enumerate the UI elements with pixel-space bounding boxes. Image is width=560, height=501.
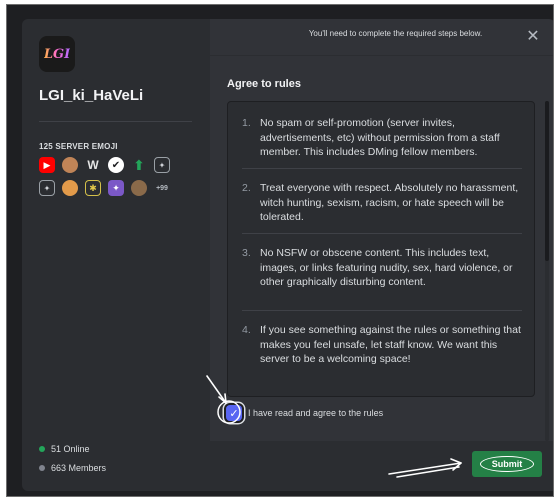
agree-label: I have read and agree to the rules — [248, 408, 384, 418]
emoji-count-heading: 125 SERVER EMOJI — [39, 142, 118, 151]
online-status: 51 Online — [39, 444, 90, 454]
rule-number: 1. — [242, 117, 251, 129]
agree-checkbox-row[interactable]: ✓ I have read and agree to the rules — [226, 405, 383, 421]
boost-emoji: ✦ — [154, 157, 170, 173]
rule-item: 2. Treat everyone with respect. Absolute… — [242, 181, 522, 225]
member-dot-icon — [39, 465, 45, 471]
member-count: 663 Members — [51, 463, 107, 473]
rule-number: 2. — [242, 182, 251, 194]
online-dot-icon — [39, 446, 45, 452]
member-status: 663 Members — [39, 463, 106, 473]
header-text: You'll need to complete the required ste… — [308, 29, 483, 38]
swirl-emoji: ✱ — [85, 180, 101, 196]
rule-number: 3. — [242, 247, 251, 259]
agree-checkbox[interactable]: ✓ — [226, 405, 242, 421]
more-emoji-count: +99 — [156, 184, 168, 192]
annotation-circle — [480, 456, 534, 472]
rules-list: 1. No spam or self-promotion (server inv… — [227, 101, 535, 397]
close-icon[interactable]: ✕ — [525, 29, 541, 45]
server-icon: LGI — [39, 36, 75, 72]
rule-text: If you see something against the rules o… — [260, 324, 521, 365]
checkmark-icon: ✓ — [229, 407, 239, 420]
rule-text: No NSFW or obscene content. This include… — [260, 247, 513, 288]
emoji-grid: ▶ W ✔ ⬆ ✦ ✦ ✱ ✦ +99 — [39, 157, 199, 196]
rule-item: 4. If you see something against the rule… — [242, 323, 522, 367]
boost-emoji: ✦ — [39, 180, 55, 196]
divider — [242, 168, 522, 169]
person-emoji — [131, 180, 147, 196]
youtube-emoji: ▶ — [39, 157, 55, 173]
w-logo-emoji: W — [87, 158, 99, 172]
rule-number: 4. — [242, 324, 251, 336]
online-count: 51 Online — [51, 444, 90, 454]
section-title: Agree to rules — [227, 78, 301, 90]
person-emoji — [62, 180, 78, 196]
screenshot-frame: LGI LGI_ki_HaVeLi 125 SERVER EMOJI ▶ W ✔… — [6, 4, 554, 497]
rule-item: 1. No spam or self-promotion (server inv… — [242, 116, 522, 160]
modal-footer: Submit — [210, 441, 553, 491]
modal-header: You'll need to complete the required ste… — [210, 29, 553, 38]
checkmark-emoji: ✔ — [108, 157, 124, 173]
face-emoji — [62, 157, 78, 173]
purple-emoji: ✦ — [108, 180, 124, 196]
divider — [242, 233, 522, 234]
green-arrow-emoji: ⬆ — [133, 156, 145, 173]
divider — [210, 55, 553, 56]
rule-item: 3. No NSFW or obscene content. This incl… — [242, 246, 522, 290]
rule-text: Treat everyone with respect. Absolutely … — [260, 182, 519, 223]
divider — [242, 310, 522, 311]
scrollbar-thumb[interactable] — [545, 101, 549, 261]
server-name: LGI_ki_HaVeLi — [39, 87, 144, 104]
server-icon-text: LGI — [43, 46, 71, 62]
submit-button[interactable]: Submit — [472, 451, 542, 477]
rule-text: No spam or self-promotion (server invite… — [260, 117, 500, 158]
divider — [39, 121, 192, 122]
rules-panel: You'll need to complete the required ste… — [210, 19, 553, 491]
server-info-panel: LGI LGI_ki_HaVeLi 125 SERVER EMOJI ▶ W ✔… — [22, 19, 210, 491]
